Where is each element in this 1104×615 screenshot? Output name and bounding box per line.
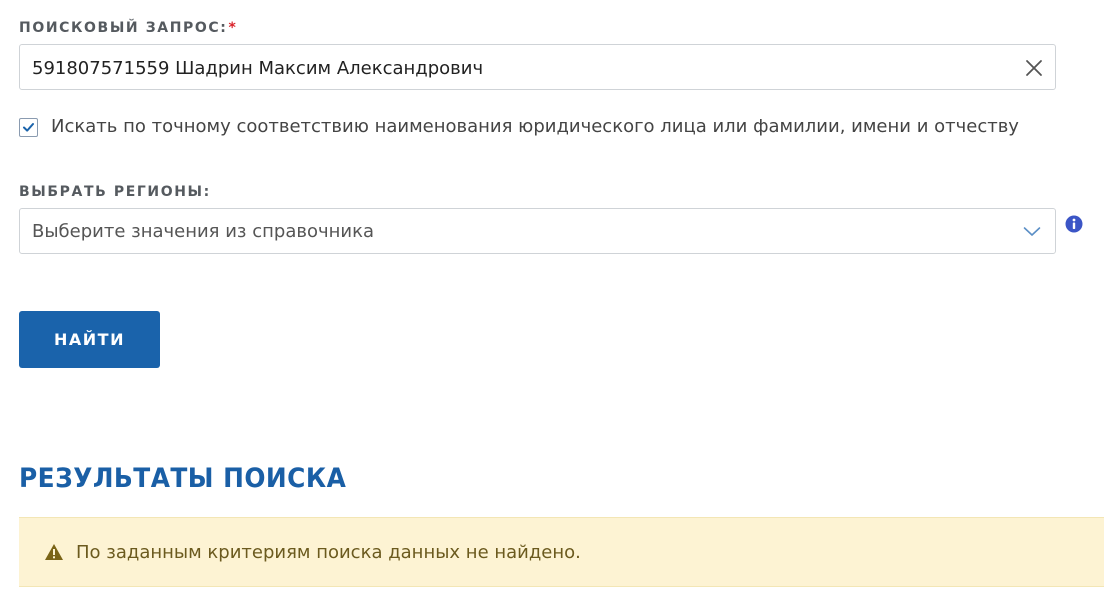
no-results-message: По заданным критериям поиска данных не н… [76, 542, 581, 563]
regions-select-placeholder[interactable]: Выберите значения из справочника [32, 221, 374, 242]
search-input-value[interactable]: 591807571559 Шадрин Максим Александрович [32, 58, 483, 79]
check-icon [23, 123, 34, 132]
search-input[interactable]: 591807571559 Шадрин Максим Александрович [19, 44, 1056, 90]
required-mark: * [228, 20, 238, 36]
regions-select[interactable]: Выберите значения из справочника [19, 208, 1056, 254]
exact-match-label[interactable]: Искать по точному соответствию наименова… [51, 116, 1019, 137]
regions-label: ВЫБРАТЬ РЕГИОНЫ: [19, 184, 211, 200]
exact-match-checkbox[interactable] [19, 118, 38, 137]
find-button[interactable]: НАЙТИ [19, 311, 160, 368]
no-results-alert: По заданным критериям поиска данных не н… [19, 517, 1104, 587]
chevron-down-icon[interactable] [1023, 224, 1041, 238]
close-icon[interactable] [1023, 57, 1045, 79]
info-icon[interactable] [1065, 215, 1083, 233]
search-query-label-text: ПОИСКОВЫЙ ЗАПРОС: [19, 20, 228, 36]
results-title: РЕЗУЛЬТАТЫ ПОИСКА [19, 463, 347, 494]
warning-icon [44, 543, 64, 561]
search-query-label: ПОИСКОВЫЙ ЗАПРОС:* [19, 20, 237, 36]
